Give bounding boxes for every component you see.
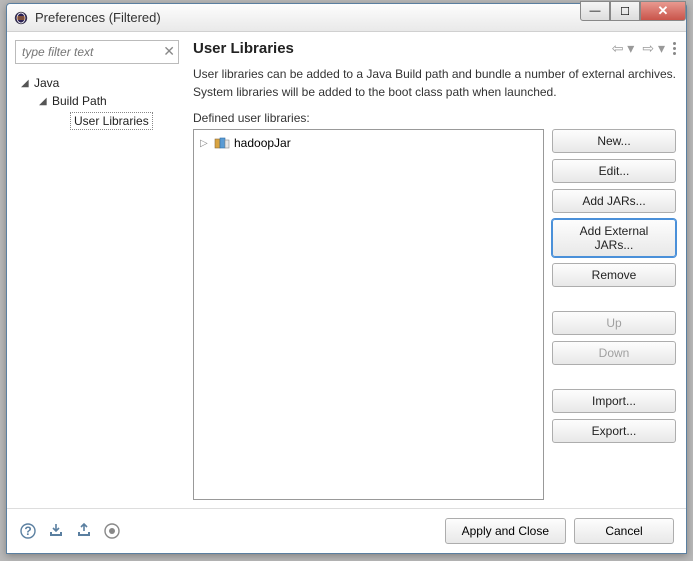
- main-body: ▷ hadoopJar New... Edit... Add JARs... A…: [193, 129, 676, 500]
- down-button[interactable]: Down: [552, 341, 676, 365]
- remove-button[interactable]: Remove: [552, 263, 676, 287]
- main-panel: User Libraries ⇦ ▾ ⇨ ▾ User libraries ca…: [187, 32, 686, 508]
- export-prefs-icon[interactable]: [75, 522, 93, 540]
- apply-close-button[interactable]: Apply and Close: [445, 518, 566, 544]
- filter-input[interactable]: [15, 40, 179, 64]
- export-button[interactable]: Export...: [552, 419, 676, 443]
- tree-item-java[interactable]: ◢ Java: [17, 74, 177, 92]
- footer-right: Apply and Close Cancel: [445, 518, 674, 544]
- back-icon[interactable]: ⇦ ▾: [612, 40, 635, 57]
- import-button[interactable]: Import...: [552, 389, 676, 413]
- footer: ? Apply and Close Cancel: [7, 508, 686, 553]
- defined-libraries-label: Defined user libraries:: [193, 111, 676, 125]
- window-controls: — ☐ ✕: [580, 1, 686, 21]
- minimize-button[interactable]: —: [580, 1, 610, 21]
- import-prefs-icon[interactable]: [47, 522, 65, 540]
- add-external-jars-button[interactable]: Add External JARs...: [552, 219, 676, 257]
- help-icon[interactable]: ?: [19, 522, 37, 540]
- collapse-icon[interactable]: ◢: [21, 78, 31, 88]
- leaf-icon: [57, 116, 67, 126]
- preferences-window: Preferences (Filtered) — ☐ ✕ ✕ ◢ Java ◢: [6, 3, 687, 554]
- page-title: User Libraries: [193, 40, 294, 57]
- maximize-button[interactable]: ☐: [610, 1, 640, 21]
- new-button[interactable]: New...: [552, 129, 676, 153]
- edit-button[interactable]: Edit...: [552, 159, 676, 183]
- tree-item-build-path[interactable]: ◢ Build Path: [35, 92, 177, 110]
- tree-item-user-libraries[interactable]: User Libraries: [53, 110, 177, 132]
- preferences-tree: ◢ Java ◢ Build Path User Libraries: [15, 72, 179, 134]
- view-menu-icon[interactable]: [673, 42, 676, 55]
- list-item[interactable]: ▷ hadoopJar: [198, 134, 539, 152]
- description-text: User libraries can be added to a Java Bu…: [193, 65, 676, 101]
- footer-left: ?: [19, 522, 121, 540]
- nav-icons: ⇦ ▾ ⇨ ▾: [612, 40, 676, 57]
- content-area: ✕ ◢ Java ◢ Build Path User Libraries: [7, 32, 686, 508]
- cancel-button[interactable]: Cancel: [574, 518, 674, 544]
- titlebar[interactable]: Preferences (Filtered) — ☐ ✕: [7, 4, 686, 32]
- eclipse-icon: [13, 10, 29, 26]
- collapse-icon[interactable]: ◢: [39, 96, 49, 106]
- button-column: New... Edit... Add JARs... Add External …: [552, 129, 676, 500]
- svg-text:?: ?: [24, 524, 31, 538]
- library-icon: [214, 136, 230, 150]
- record-icon[interactable]: [103, 522, 121, 540]
- add-jars-button[interactable]: Add JARs...: [552, 189, 676, 213]
- close-button[interactable]: ✕: [640, 1, 686, 21]
- up-button[interactable]: Up: [552, 311, 676, 335]
- clear-filter-icon[interactable]: ✕: [163, 43, 175, 60]
- expand-icon[interactable]: ▷: [200, 138, 210, 149]
- libraries-list[interactable]: ▷ hadoopJar: [193, 129, 544, 500]
- sidebar: ✕ ◢ Java ◢ Build Path User Libraries: [7, 32, 187, 508]
- forward-icon[interactable]: ⇨ ▾: [642, 40, 665, 57]
- main-header: User Libraries ⇦ ▾ ⇨ ▾: [193, 40, 676, 57]
- library-name: hadoopJar: [234, 136, 291, 150]
- filter-box: ✕: [15, 40, 179, 64]
